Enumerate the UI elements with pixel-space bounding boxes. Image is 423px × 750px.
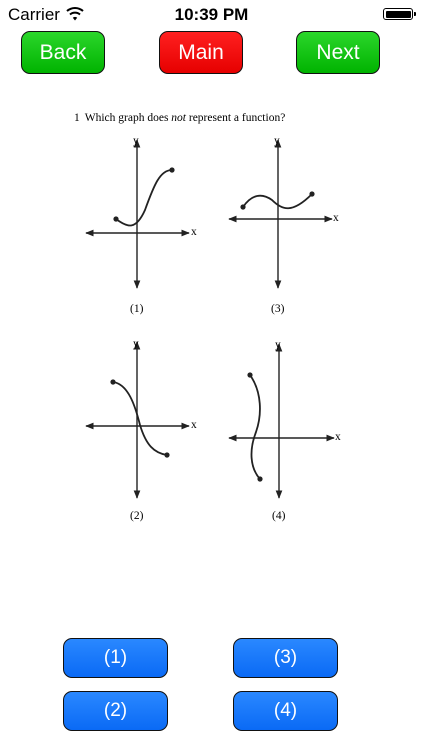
graph-2-endpoint bbox=[164, 452, 170, 458]
graph-4-y-label: y bbox=[275, 339, 281, 351]
answer-button-3[interactable]: (3) bbox=[233, 638, 338, 678]
graph-4-label: (4) bbox=[272, 510, 286, 522]
graph-3-x-label: x bbox=[333, 212, 339, 224]
graph-2 bbox=[85, 341, 190, 499]
graph-1 bbox=[85, 139, 190, 289]
graph-4-endpoint bbox=[247, 372, 253, 378]
graph-3-y-label: y bbox=[274, 135, 280, 147]
graph-3-endpoint bbox=[240, 204, 246, 210]
graphs-figure bbox=[85, 139, 335, 499]
graph-2-y-label: y bbox=[133, 338, 139, 350]
graph-3 bbox=[228, 139, 333, 289]
graph-3-label: (3) bbox=[271, 303, 285, 315]
graph-4-x-label: x bbox=[335, 431, 341, 443]
graph-4-curve bbox=[249, 374, 261, 480]
graph-1-endpoint bbox=[169, 167, 175, 173]
graph-2-curve bbox=[112, 381, 168, 456]
graph-1-x-label: x bbox=[191, 226, 197, 238]
graph-4 bbox=[228, 343, 335, 499]
answer-button-4[interactable]: (4) bbox=[233, 691, 338, 731]
graph-1-y-label: y bbox=[133, 135, 139, 147]
graph-2-label: (2) bbox=[130, 510, 144, 522]
graph-1-curve bbox=[115, 169, 173, 227]
graph-4-endpoint bbox=[257, 476, 263, 482]
graph-2-endpoint bbox=[110, 379, 116, 385]
graph-2-x-label: x bbox=[191, 419, 197, 431]
graph-3-endpoint bbox=[309, 191, 315, 197]
graph-1-label: (1) bbox=[130, 303, 144, 315]
answer-button-1[interactable]: (1) bbox=[63, 638, 168, 678]
graph-1-endpoint bbox=[113, 216, 119, 222]
answer-button-2[interactable]: (2) bbox=[63, 691, 168, 731]
